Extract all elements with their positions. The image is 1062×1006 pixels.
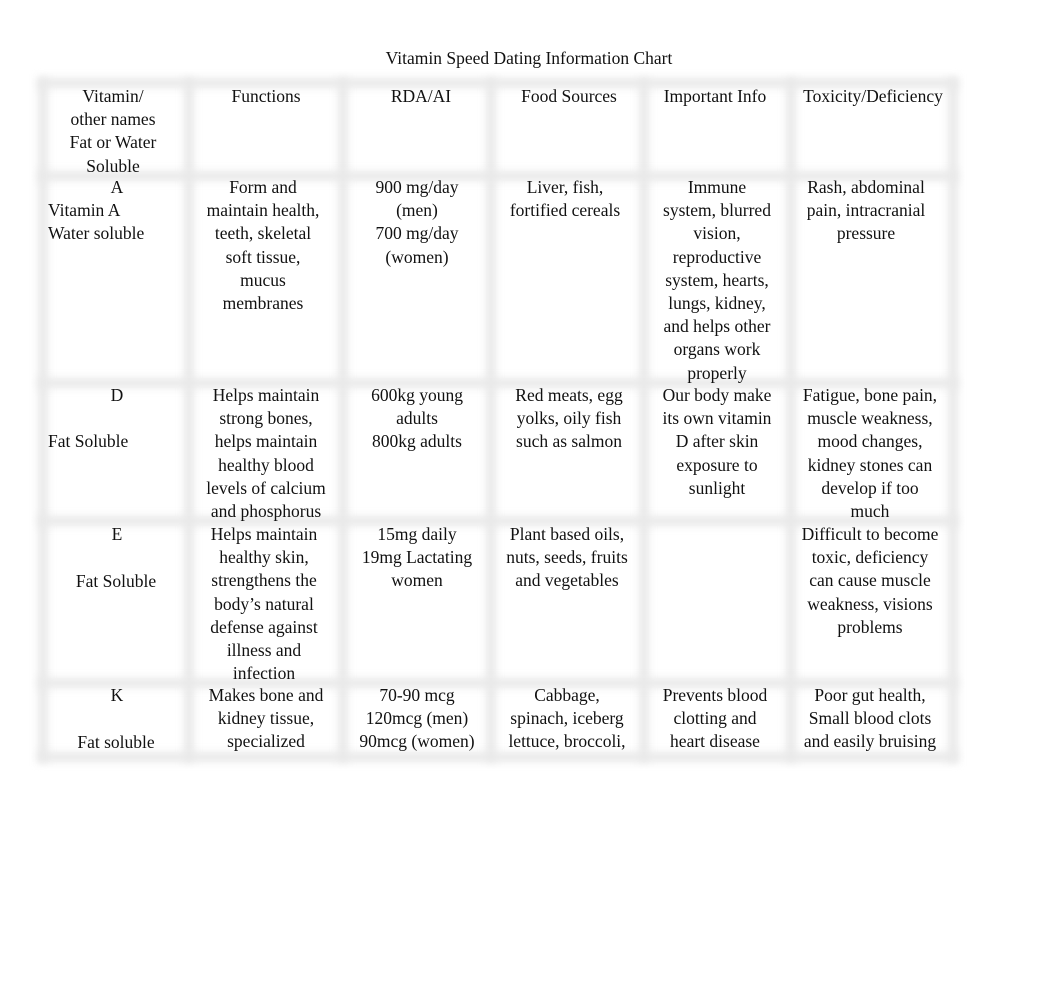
toxicity-cell: Rash, abdominal pain, intracranial press… [806, 177, 926, 244]
vitamin-other-names: Fat soluble [77, 732, 155, 752]
rda-cell: 70-90 mcg 120mcg (men) 90mcg (women) [359, 685, 475, 752]
important-info-cell: Immune system, blurred vision, reproduct… [663, 177, 771, 383]
header-important-info: Important Info [663, 86, 767, 106]
toxicity-cell: Difficult to become toxic, deficiency ca… [801, 524, 939, 637]
toxicity-cell: Poor gut health, Small blood clots and e… [803, 685, 937, 752]
vitamin-other-names: Vitamin A Water soluble [48, 200, 145, 244]
vitamin-letter: K [110, 685, 124, 705]
vitamin-letter: E [111, 524, 123, 544]
food-sources-cell: Cabbage, spinach, iceberg lettuce, brocc… [508, 685, 626, 752]
food-sources-cell: Plant based oils, nuts, seeds, fruits an… [506, 524, 628, 591]
important-info-cell: Prevents blood clotting and heart diseas… [662, 685, 768, 752]
food-sources-cell: Liver, fish, fortified cereals [509, 177, 621, 221]
functions-cell: Makes bone and kidney tissue, specialize… [208, 685, 324, 752]
header-toxicity: Toxicity/Deficiency [803, 86, 943, 106]
functions-cell: Helps maintain strong bones, helps maint… [206, 385, 326, 522]
food-sources-cell: Red meats, egg yolks, oily fish such as … [515, 385, 623, 452]
important-info-cell: Our body make its own vitamin D after sk… [662, 385, 772, 498]
vitamin-other-names: Fat Soluble [48, 431, 129, 451]
vitamin-letter: A [110, 177, 124, 197]
header-vitamin: Vitamin/ other names Fat or Water Solubl… [69, 86, 157, 176]
functions-cell: Helps maintain healthy skin, strengthens… [210, 524, 318, 684]
functions-cell: Form and maintain health, teeth, skeleta… [206, 177, 320, 314]
vitamin-letter: D [110, 385, 124, 405]
rda-cell: 900 mg/day (men) 700 mg/day (women) [375, 177, 459, 267]
rda-cell: 15mg daily 19mg Lactating women [361, 524, 473, 591]
header-functions: Functions [231, 86, 301, 106]
toxicity-cell: Fatigue, bone pain, muscle weakness, moo… [802, 385, 938, 522]
header-rda: RDA/AI [390, 86, 452, 106]
vitamin-other-names: Fat Soluble [75, 571, 157, 591]
document-title: Vitamin Speed Dating Information Chart [385, 48, 673, 68]
rda-cell: 600kg young adults 800kg adults [371, 385, 463, 452]
header-food-sources: Food Sources [521, 86, 617, 106]
